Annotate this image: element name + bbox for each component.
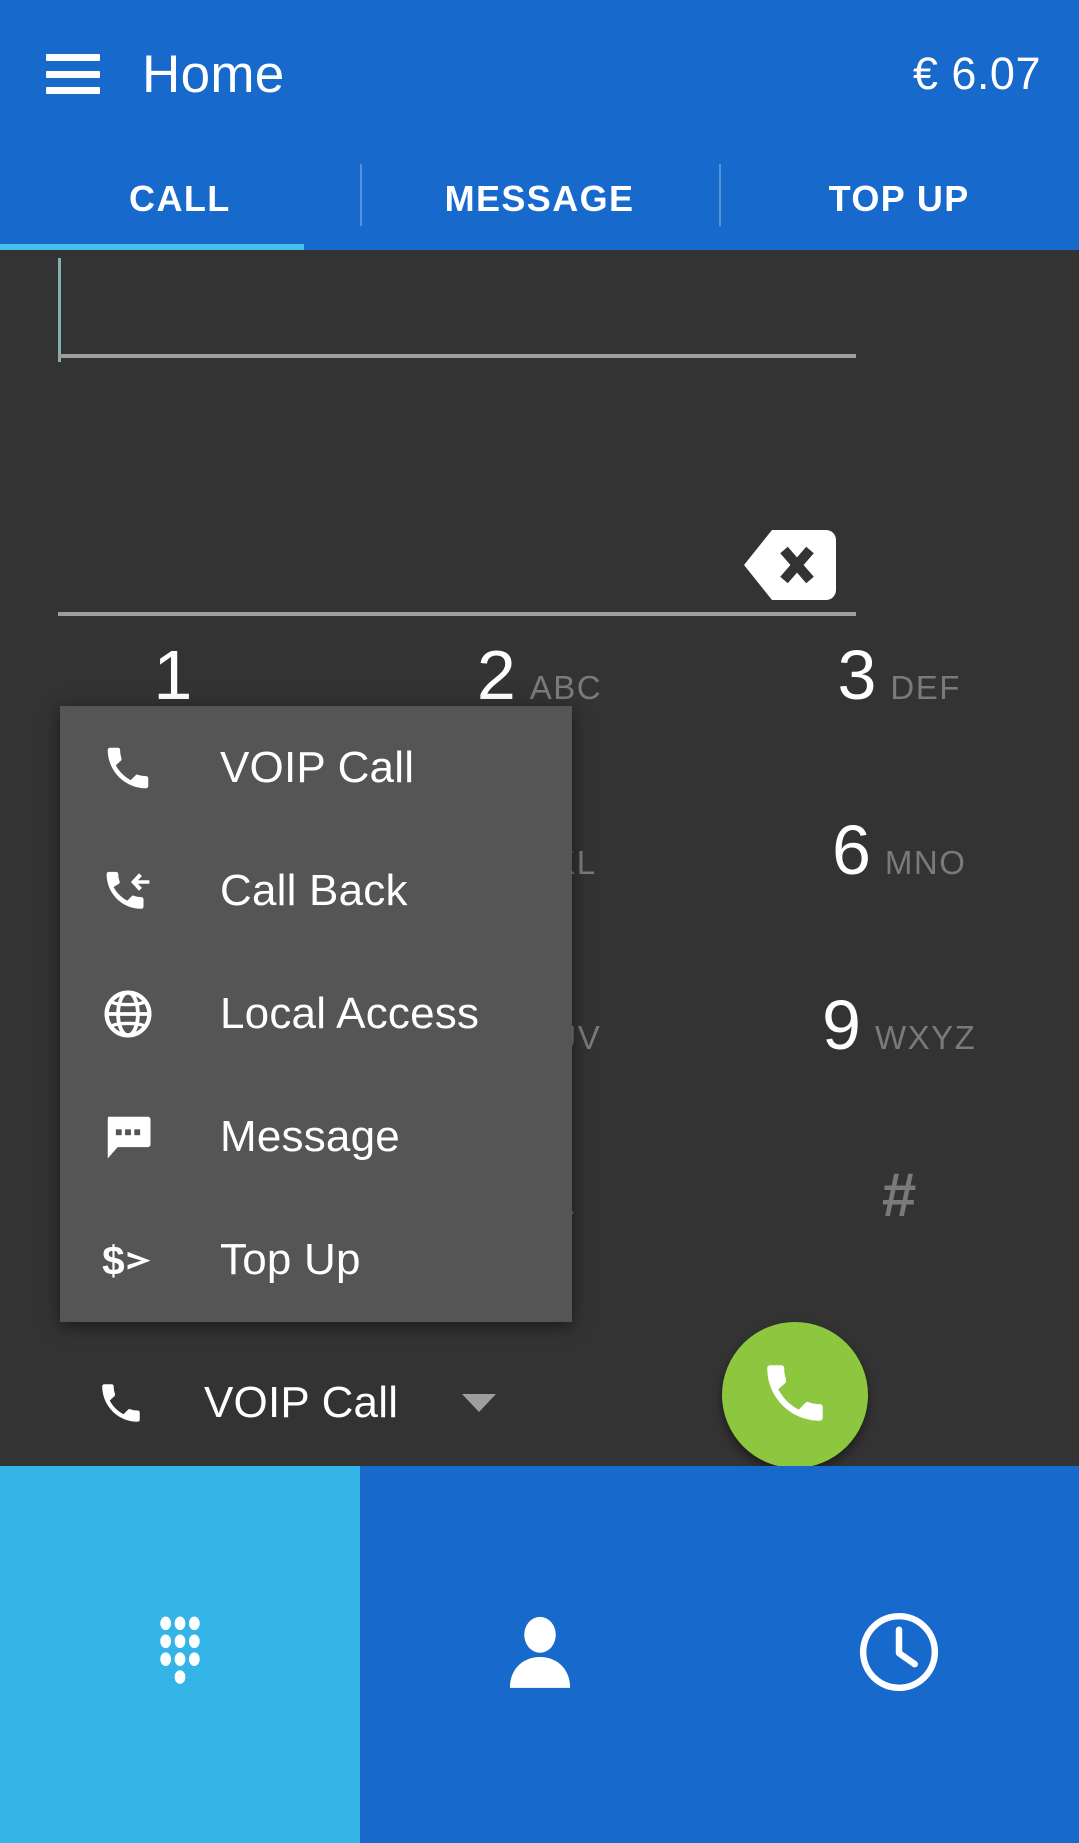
key-digit: 3 <box>837 636 877 714</box>
call-mode-row: VOIP Call <box>0 1343 1079 1463</box>
popup-item-local-access[interactable]: Local Access <box>60 952 572 1075</box>
app-header: Home € 6.07 CALL MESSAGE TOP UP <box>0 0 1079 250</box>
dialpad-icon <box>137 1609 223 1700</box>
dialpad-key-9[interactable]: 9 WXYZ <box>719 990 1079 1165</box>
call-mode-selector[interactable]: VOIP Call <box>96 1378 497 1428</box>
clock-icon <box>856 1609 942 1700</box>
caret-down-icon[interactable] <box>462 1394 497 1412</box>
call-mode-label: VOIP Call <box>204 1378 399 1427</box>
nav-item-history[interactable] <box>719 1466 1079 1843</box>
app-screen: Home € 6.07 CALL MESSAGE TOP UP 1 2 ABC … <box>0 0 1079 1843</box>
key-digit: 6 <box>831 811 871 889</box>
nav-item-contacts[interactable] <box>359 1466 720 1843</box>
page-title: Home <box>142 44 285 104</box>
app-bar: Home € 6.07 <box>0 0 1079 148</box>
phone-icon <box>758 1356 832 1435</box>
popup-item-label: Local Access <box>220 988 480 1038</box>
phone-icon <box>98 738 158 798</box>
key-letters: ABC <box>529 669 603 706</box>
popup-item-call-back[interactable]: Call Back <box>60 829 572 952</box>
contact-suggestion-area <box>58 360 856 612</box>
key-letters: DEF <box>890 669 961 706</box>
dialpad-key-hash[interactable]: # <box>719 1165 1079 1340</box>
key-digit: # <box>881 1161 917 1230</box>
tab-top-up[interactable]: TOP UP <box>719 148 1079 250</box>
popup-item-label: Message <box>220 1111 400 1161</box>
phone-callback-icon <box>98 861 158 921</box>
phone-number-value <box>58 258 718 362</box>
popup-item-top-up[interactable]: $ Top Up <box>60 1198 572 1321</box>
globe-icon <box>98 984 158 1044</box>
popup-item-voip-call[interactable]: VOIP Call <box>60 706 572 829</box>
backspace-clear-icon[interactable] <box>742 528 838 602</box>
tab-message[interactable]: MESSAGE <box>359 148 720 250</box>
key-letters: MNO <box>884 844 967 881</box>
phone-icon <box>96 1378 146 1428</box>
bottom-navigation <box>0 1466 1079 1843</box>
nav-item-dialpad[interactable] <box>0 1466 360 1843</box>
popup-item-label: Top Up <box>220 1234 361 1284</box>
person-icon <box>497 1609 583 1700</box>
contact-area-underline <box>58 612 856 616</box>
tab-bar: CALL MESSAGE TOP UP <box>0 148 1079 250</box>
key-letters: WXYZ <box>874 1019 977 1056</box>
key-digit: 2 <box>476 636 516 714</box>
popup-item-message[interactable]: Message <box>60 1075 572 1198</box>
hamburger-menu-icon[interactable] <box>46 54 100 94</box>
popup-item-label: Call Back <box>220 865 408 915</box>
key-digit: 9 <box>822 986 861 1064</box>
tab-call[interactable]: CALL <box>0 148 360 250</box>
message-bubble-icon <box>98 1107 158 1167</box>
input-underline <box>58 354 856 358</box>
key-digit: 1 <box>153 636 193 714</box>
popup-item-label: VOIP Call <box>220 742 415 792</box>
call-button[interactable] <box>722 1322 868 1468</box>
balance-amount: € 6.07 <box>912 48 1041 99</box>
dollar-arrow-icon: $ <box>98 1230 158 1290</box>
dialpad-key-6[interactable]: 6 MNO <box>719 815 1079 990</box>
call-mode-popup-menu: VOIP Call Call Back Local Access Message… <box>60 706 572 1322</box>
dialpad-key-3[interactable]: 3 DEF <box>719 640 1079 815</box>
svg-text:$: $ <box>102 1237 125 1283</box>
